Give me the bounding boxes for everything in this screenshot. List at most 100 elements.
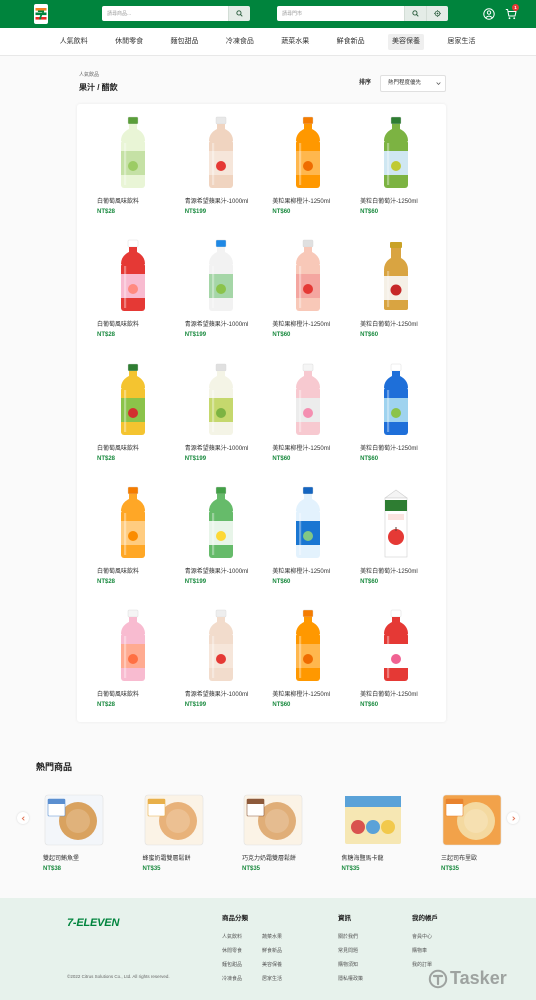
product-name[interactable]: 美粒果柳橙汁-1250ml	[272, 321, 360, 329]
chocolate-pancake-package-icon[interactable]	[242, 790, 304, 850]
footer-link[interactable]: 購物車	[412, 948, 452, 962]
footer-link[interactable]: 冷凍食品	[222, 976, 262, 990]
product-item[interactable]: 美粒果柳橙汁-1250ml NT$60	[272, 608, 360, 731]
seven-eleven-logo[interactable]: 7	[34, 4, 48, 24]
hot-product-name[interactable]: 蜂蜜奶霜雙層鬆餅	[143, 856, 243, 863]
product-item[interactable]: 美粒果柳橙汁-1250ml NT$60	[272, 485, 360, 608]
product-name[interactable]: 美粒白葡萄汁-1250ml	[360, 568, 448, 576]
product-item[interactable]: 青源希望蘋果汁-1000ml NT$199	[185, 362, 273, 485]
product-name[interactable]: 美粒果柳橙汁-1250ml	[272, 691, 360, 699]
hot-product-name[interactable]: 巧克力奶霜雙層鬆餅	[242, 856, 342, 863]
product-name[interactable]: 美粒白葡萄汁-1250ml	[360, 445, 448, 453]
footer-link[interactable]: 購物須知	[338, 962, 378, 976]
product-item[interactable]: 美粒白葡萄汁-1250ml NT$60	[360, 608, 448, 731]
peach-drink-bottle-icon[interactable]	[97, 238, 169, 313]
hot-product-item[interactable]: 三起司布里歐 NT$35	[441, 790, 536, 873]
product-item[interactable]: 美粒果柳橙汁-1250ml NT$60	[272, 238, 360, 361]
footer-link[interactable]: 人氣飲料	[222, 934, 262, 948]
product-item[interactable]: 美粒白葡萄汁-1250ml NT$60	[360, 238, 448, 361]
nav-item[interactable]: 人氣飲料	[46, 28, 101, 56]
orange-juice-bottle-icon[interactable]	[97, 485, 169, 560]
product-search-button[interactable]	[228, 6, 250, 21]
white-grape-juice-bottle-icon[interactable]	[360, 115, 432, 190]
product-name[interactable]: 青源希望蘋果汁-1000ml	[185, 321, 273, 329]
store-search-button[interactable]	[404, 6, 426, 21]
nav-item[interactable]: 美容保養	[378, 28, 433, 56]
peach-juice-bottle-icon[interactable]	[97, 608, 169, 683]
hot-product-name[interactable]: 焦糖海鹽馬卡龍	[342, 856, 442, 863]
orange-juice-bottle-icon[interactable]	[272, 608, 344, 683]
product-item[interactable]: 美粒白葡萄汁-1250ml NT$60	[360, 115, 448, 238]
product-item[interactable]: 白葡萄風味飲料 NT$28	[97, 362, 185, 485]
apple-juice-bottle-icon[interactable]	[185, 238, 257, 313]
apple-drink-bottle-icon[interactable]	[272, 238, 344, 313]
product-name[interactable]: 青源希望蘋果汁-1000ml	[185, 568, 273, 576]
product-item[interactable]: 美粒果柳橙汁-1250ml NT$60	[272, 115, 360, 238]
nav-item[interactable]: 居家生活	[434, 28, 489, 56]
product-name[interactable]: 青源希望蘋果汁-1000ml	[185, 198, 273, 206]
product-search-input[interactable]	[102, 6, 228, 21]
footer-link[interactable]: 蔬菜水果	[262, 934, 302, 948]
sort-dropdown[interactable]: 熱門程度優先	[380, 75, 446, 92]
coconut-water-bottle-icon[interactable]	[272, 485, 344, 560]
carousel-next-button[interactable]	[507, 812, 519, 824]
footer-link[interactable]: 休閒零食	[222, 948, 262, 962]
product-item[interactable]: 白葡萄風味飲料 NT$28	[97, 608, 185, 731]
apple-juice-bottle-icon[interactable]	[97, 362, 169, 437]
hot-product-name[interactable]: 雙起司鮪魚堡	[43, 856, 143, 863]
product-item[interactable]: 白葡萄風味飲料 NT$28	[97, 115, 185, 238]
product-name[interactable]: 白葡萄風味飲料	[97, 691, 185, 699]
footer-link[interactable]: 常見問題	[338, 948, 378, 962]
hot-product-name[interactable]: 三起司布里歐	[441, 856, 536, 863]
hot-product-item[interactable]: 蜂蜜奶霜雙層鬆餅 NT$35	[143, 790, 243, 873]
tuna-cheese-bun-package-icon[interactable]	[43, 790, 105, 850]
footer-link[interactable]: 麵包甜品	[222, 962, 262, 976]
product-name[interactable]: 白葡萄風味飲料	[97, 568, 185, 576]
hot-product-item[interactable]: 焦糖海鹽馬卡龍 NT$35	[342, 790, 442, 873]
product-name[interactable]: 美粒果柳橙汁-1250ml	[272, 445, 360, 453]
product-item[interactable]: 白葡萄風味飲料 NT$28	[97, 238, 185, 361]
honey-pancake-package-icon[interactable]	[143, 790, 205, 850]
nav-item[interactable]: 冷凍食品	[212, 28, 267, 56]
footer-logo[interactable]: 7-ELEVEN	[67, 917, 119, 930]
apple-juice-glass-bottle-icon[interactable]	[360, 238, 432, 313]
apple-juice-bottle-icon[interactable]	[185, 115, 257, 190]
aloe-drink-bottle-icon[interactable]	[272, 362, 344, 437]
nav-item[interactable]: 蔬菜水果	[268, 28, 323, 56]
store-search-input[interactable]	[277, 6, 404, 21]
product-item[interactable]: 青源希望蘋果汁-1000ml NT$199	[185, 238, 273, 361]
green-tea-bottle-icon[interactable]	[185, 485, 257, 560]
orange-juice-bottle-icon[interactable]	[272, 115, 344, 190]
product-item[interactable]: 美粒白葡萄汁-1250ml NT$60	[360, 485, 448, 608]
breadcrumb[interactable]: 人氣飲品	[79, 72, 99, 78]
product-name[interactable]: 白葡萄風味飲料	[97, 445, 185, 453]
product-name[interactable]: 美粒果柳橙汁-1250ml	[272, 568, 360, 576]
coconut-water-bottle-icon[interactable]	[360, 362, 432, 437]
carousel-prev-button[interactable]	[17, 812, 29, 824]
product-item[interactable]: 青源希望蘋果汁-1000ml NT$199	[185, 608, 273, 731]
footer-link[interactable]: 鮮食新品	[262, 948, 302, 962]
user-account-icon[interactable]	[483, 8, 495, 20]
product-item[interactable]: 青源希望蘋果汁-1000ml NT$199	[185, 115, 273, 238]
footer-link[interactable]: 隱私權政策	[338, 976, 378, 990]
footer-link[interactable]: 會員中心	[412, 934, 452, 948]
nav-item[interactable]: 麵包甜品	[157, 28, 212, 56]
product-name[interactable]: 白葡萄風味飲料	[97, 198, 185, 206]
aloe-drink-bottle-icon[interactable]	[185, 362, 257, 437]
hot-product-item[interactable]: 雙起司鮪魚堡 NT$38	[43, 790, 143, 873]
macaron-box-icon[interactable]	[342, 790, 404, 850]
product-item[interactable]: 白葡萄風味飲料 NT$28	[97, 485, 185, 608]
product-name[interactable]: 青源希望蘋果汁-1000ml	[185, 691, 273, 699]
product-name[interactable]: 青源希望蘋果汁-1000ml	[185, 445, 273, 453]
product-name[interactable]: 美粒白葡萄汁-1250ml	[360, 198, 448, 206]
cheese-brioche-package-icon[interactable]	[441, 790, 503, 850]
product-item[interactable]: 美粒白葡萄汁-1250ml NT$60	[360, 362, 448, 485]
peach-drink-bottle-icon[interactable]	[360, 608, 432, 683]
footer-link[interactable]: 美容保養	[262, 962, 302, 976]
product-name[interactable]: 白葡萄風味飲料	[97, 321, 185, 329]
nav-item[interactable]: 休閒零食	[101, 28, 156, 56]
hot-product-item[interactable]: 巧克力奶霜雙層鬆餅 NT$35	[242, 790, 342, 873]
white-grape-bottle-icon[interactable]	[97, 115, 169, 190]
nav-item[interactable]: 鮮食新品	[323, 28, 378, 56]
apple-juice-carton-icon[interactable]	[360, 485, 432, 560]
